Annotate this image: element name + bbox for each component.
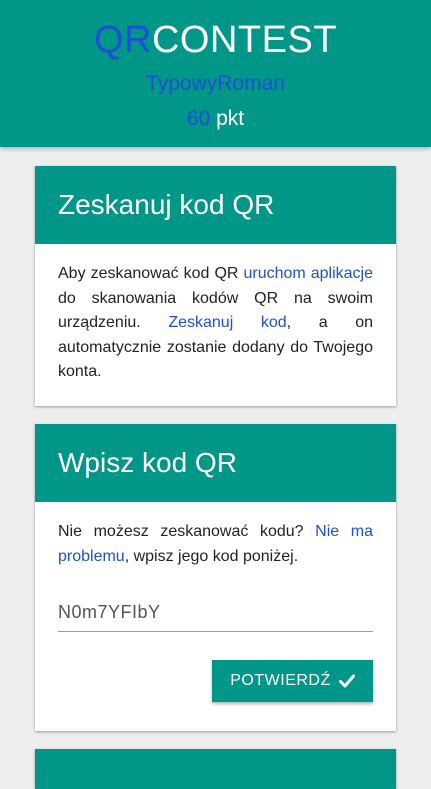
scan-code-link[interactable]: Zeskanuj kod (168, 314, 286, 331)
scan-card-body: Aby zeskanować kod QR uruchom aplikacje … (35, 244, 396, 385)
scan-card-title: Zeskanuj kod QR (58, 189, 275, 220)
scan-qr-card: Zeskanuj kod QR Aby zeskanować kod QR ur… (35, 166, 396, 406)
enter-card-body: Nie możesz zeskanować kodu? Nie ma probl… (35, 502, 396, 569)
qr-code-input[interactable] (58, 594, 373, 632)
points-display: 60 pkt (0, 106, 431, 132)
brand-suffix: CONTEST (151, 19, 338, 61)
check-icon (338, 674, 355, 688)
scan-card-header: Zeskanuj kod QR (35, 166, 396, 244)
points-value: 60 (186, 107, 211, 130)
enter-qr-card: Wpisz kod QR Nie możesz zeskanować kodu?… (35, 424, 396, 731)
app-logo: QRCONTEST (0, 18, 431, 62)
next-card (35, 749, 396, 789)
enter-text-2: , wpisz jego kod poniżej. (124, 547, 299, 565)
app-header: QRCONTEST TypowyRoman 60 pkt (0, 0, 431, 147)
username: TypowyRoman (146, 72, 285, 95)
scan-text-1: Aby zeskanować kod QR (58, 265, 244, 282)
next-card-header (35, 749, 396, 789)
launch-app-link[interactable]: uruchom aplikacje (243, 265, 373, 282)
enter-card-header: Wpisz kod QR (35, 424, 396, 502)
points-unit: pkt (216, 107, 245, 130)
brand-prefix: QR (93, 19, 152, 61)
enter-card-title: Wpisz kod QR (58, 447, 237, 478)
confirm-button[interactable]: POTWIERDŹ (212, 660, 373, 702)
enter-text-1: Nie możesz zeskanować kodu? (58, 523, 316, 540)
confirm-button-label: POTWIERDŹ (230, 672, 331, 689)
